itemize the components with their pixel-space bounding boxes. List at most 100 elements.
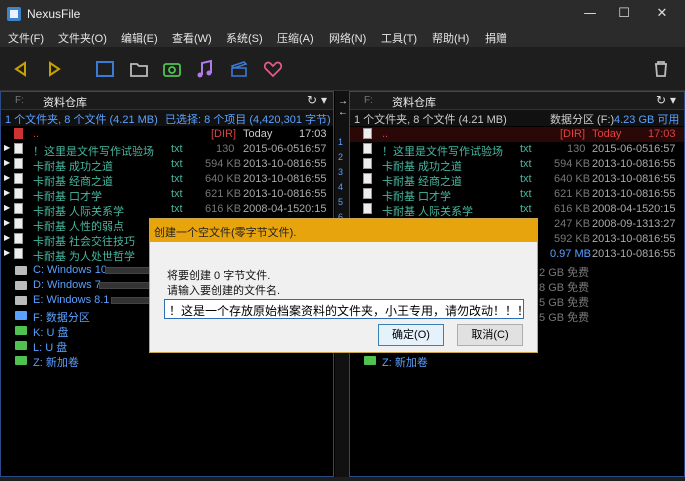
bookmark-number[interactable]: 4 [338, 182, 343, 192]
right-path-tab[interactable]: 资料仓库 [392, 94, 436, 110]
drive-item-z[interactable]: Z: 新加卷 [350, 353, 684, 369]
bookmark-number[interactable]: 5 [338, 197, 343, 207]
list-item[interactable]: 卡耐基 人际关系学 txt 616 KB 2008-04-15 20:15 [350, 202, 684, 218]
selected-marker-icon: ▶ [4, 248, 11, 257]
list-item[interactable]: 卡耐基 成功之道 txt 594 KB 2013-10-08 16:55 [350, 157, 684, 173]
close-button[interactable]: ✕ [645, 0, 679, 28]
file-icon [363, 203, 372, 214]
file-date: 2013-10-08 [243, 188, 300, 200]
app-logo-icon [7, 7, 21, 21]
file-icon [14, 158, 23, 169]
drive-name: C: Windows 10 [33, 264, 107, 276]
selected-marker-icon: ▶ [4, 188, 11, 197]
menu-edit[interactable]: 编辑(E) [121, 30, 158, 46]
left-drive-label[interactable]: F: [15, 95, 24, 106]
list-item[interactable]: ▶ 卡耐基 经商之道 txt 640 KB 2013-10-08 16:55 [1, 172, 333, 188]
file-icon [363, 158, 372, 169]
list-item[interactable]: 卡耐基 口才学 txt 621 KB 2013-10-08 16:55 [350, 187, 684, 203]
menu-file[interactable]: 文件(F) [8, 30, 44, 46]
drive-name: D: Windows 7 [33, 279, 101, 291]
dialog-message-line1: 将要创建 0 字节文件. [167, 270, 271, 282]
arrow-right-icon[interactable] [43, 58, 65, 80]
right-refresh-icon[interactable]: ↻ [656, 93, 666, 107]
file-date: 2013-10-08 [592, 188, 649, 200]
right-dropdown-icon[interactable]: ▾ [670, 93, 676, 107]
file-icon [14, 188, 23, 199]
drive-icon [15, 311, 27, 320]
file-time: 16:55 [648, 173, 676, 185]
file-time: 20:15 [648, 203, 676, 215]
bookmark-number[interactable]: 1 [338, 137, 343, 147]
file-date: 2008-04-15 [592, 203, 649, 215]
file-time: 16:55 [299, 158, 327, 170]
list-item[interactable]: ▶ 卡耐基 成功之道 txt 594 KB 2013-10-08 16:55 [1, 157, 333, 173]
file-time: 16:55 [648, 248, 676, 260]
file-date: 2013-10-08 [592, 248, 649, 260]
menu-network[interactable]: 网络(N) [329, 30, 366, 46]
right-free-space: 4.23 GB 可用 [614, 114, 680, 126]
menu-donate[interactable]: 捐赠 [485, 30, 507, 46]
ok-button[interactable]: 确定(O) [378, 324, 444, 346]
left-path-tab[interactable]: 资料仓库 [43, 94, 87, 110]
drive-usage-bar [105, 267, 151, 274]
minimize-button[interactable]: — [573, 0, 607, 28]
arrow-left-icon[interactable] [10, 58, 32, 80]
file-time: 13:27 [648, 218, 676, 230]
list-item[interactable]: ▶ ！这里是文件写作试验场 txt 130 2015-06-05 16:57 [1, 142, 333, 158]
left-dropdown-icon[interactable]: ▾ [321, 93, 327, 107]
list-item[interactable]: ▶ 卡耐基 人际关系学 txt 616 KB 2008-04-15 20:15 [1, 202, 333, 218]
menu-help[interactable]: 帮助(H) [432, 30, 469, 46]
drive-name: E: Windows 8.1 [33, 294, 110, 306]
bookmark-number[interactable]: 2 [338, 152, 343, 162]
file-size: 247 KB [554, 218, 591, 230]
list-item[interactable]: 卡耐基 经商之道 txt 640 KB 2013-10-08 16:55 [350, 172, 684, 188]
left-summary: 1 个文件夹, 8 个文件 (4.21 MB) [5, 114, 158, 126]
file-size: 130 [216, 143, 235, 155]
right-info-bar: 1 个文件夹, 8 个文件 (4.21 MB) 数据分区 (F:) 4.23 G… [350, 110, 684, 126]
menu-folder[interactable]: 文件夹(O) [58, 30, 107, 46]
heart-icon[interactable] [262, 58, 284, 80]
drive-name: Z: 新加卷 [33, 357, 79, 369]
filename-input[interactable]: ！这是一个存放原始档案资料的文件夹，小王专用，请勿改动！！！ [164, 299, 524, 319]
menu-tools[interactable]: 工具(T) [381, 30, 417, 46]
drive-name: Z: 新加卷 [382, 357, 428, 369]
camera-icon[interactable] [161, 58, 183, 80]
menu-archive[interactable]: 压缩(A) [277, 30, 314, 46]
file-date: 2013-10-08 [592, 233, 649, 245]
copy-left-icon[interactable]: ← [338, 107, 348, 118]
cancel-button[interactable]: 取消(C) [457, 324, 523, 346]
file-size: 621 KB [554, 188, 591, 200]
folder-icon[interactable] [128, 58, 150, 80]
dialog-title-bar[interactable]: 创建一个空文件(零字节文件). [150, 219, 537, 242]
file-time: 16:57 [299, 143, 327, 155]
list-item[interactable]: ！这里是文件写作试验场 txt 130 2015-06-05 16:57 [350, 142, 684, 158]
file-time: 16:55 [299, 173, 327, 185]
music-icon[interactable] [194, 58, 216, 80]
file-date: 2008-09-13 [592, 218, 649, 230]
menu-view[interactable]: 查看(W) [172, 30, 212, 46]
title-bar: NexusFile — ☐ ✕ [0, 0, 685, 28]
maximize-button[interactable]: ☐ [607, 0, 641, 28]
menu-system[interactable]: 系统(S) [226, 30, 263, 46]
file-icon [363, 143, 372, 154]
right-summary: 1 个文件夹, 8 个文件 (4.21 MB) [354, 114, 507, 126]
right-drive-label[interactable]: F: [364, 95, 373, 106]
file-size: 616 KB [554, 203, 591, 215]
file-name: 卡耐基 为人处世哲学 [33, 251, 136, 263]
list-item[interactable]: .. [DIR] Today 17:03 [350, 127, 684, 142]
file-size: [DIR] [560, 128, 586, 140]
panel-icon[interactable] [94, 58, 116, 80]
bookmark-number[interactable]: 3 [338, 167, 343, 177]
selected-marker-icon: ▶ [4, 158, 11, 167]
left-refresh-icon[interactable]: ↻ [307, 93, 317, 107]
usb-drive-icon [15, 326, 27, 335]
drive-item-z[interactable]: Z: 新加卷 [1, 353, 333, 369]
status-bar [0, 477, 685, 481]
file-date: Today [243, 128, 273, 140]
box-icon[interactable] [228, 58, 250, 80]
list-item[interactable]: .. [DIR] Today 17:03 [1, 127, 333, 142]
list-item[interactable]: ▶ 卡耐基 口才学 txt 621 KB 2013-10-08 16:55 [1, 187, 333, 203]
trash-icon[interactable] [650, 58, 672, 80]
file-icon [14, 248, 23, 259]
copy-right-icon[interactable]: → [338, 96, 348, 107]
